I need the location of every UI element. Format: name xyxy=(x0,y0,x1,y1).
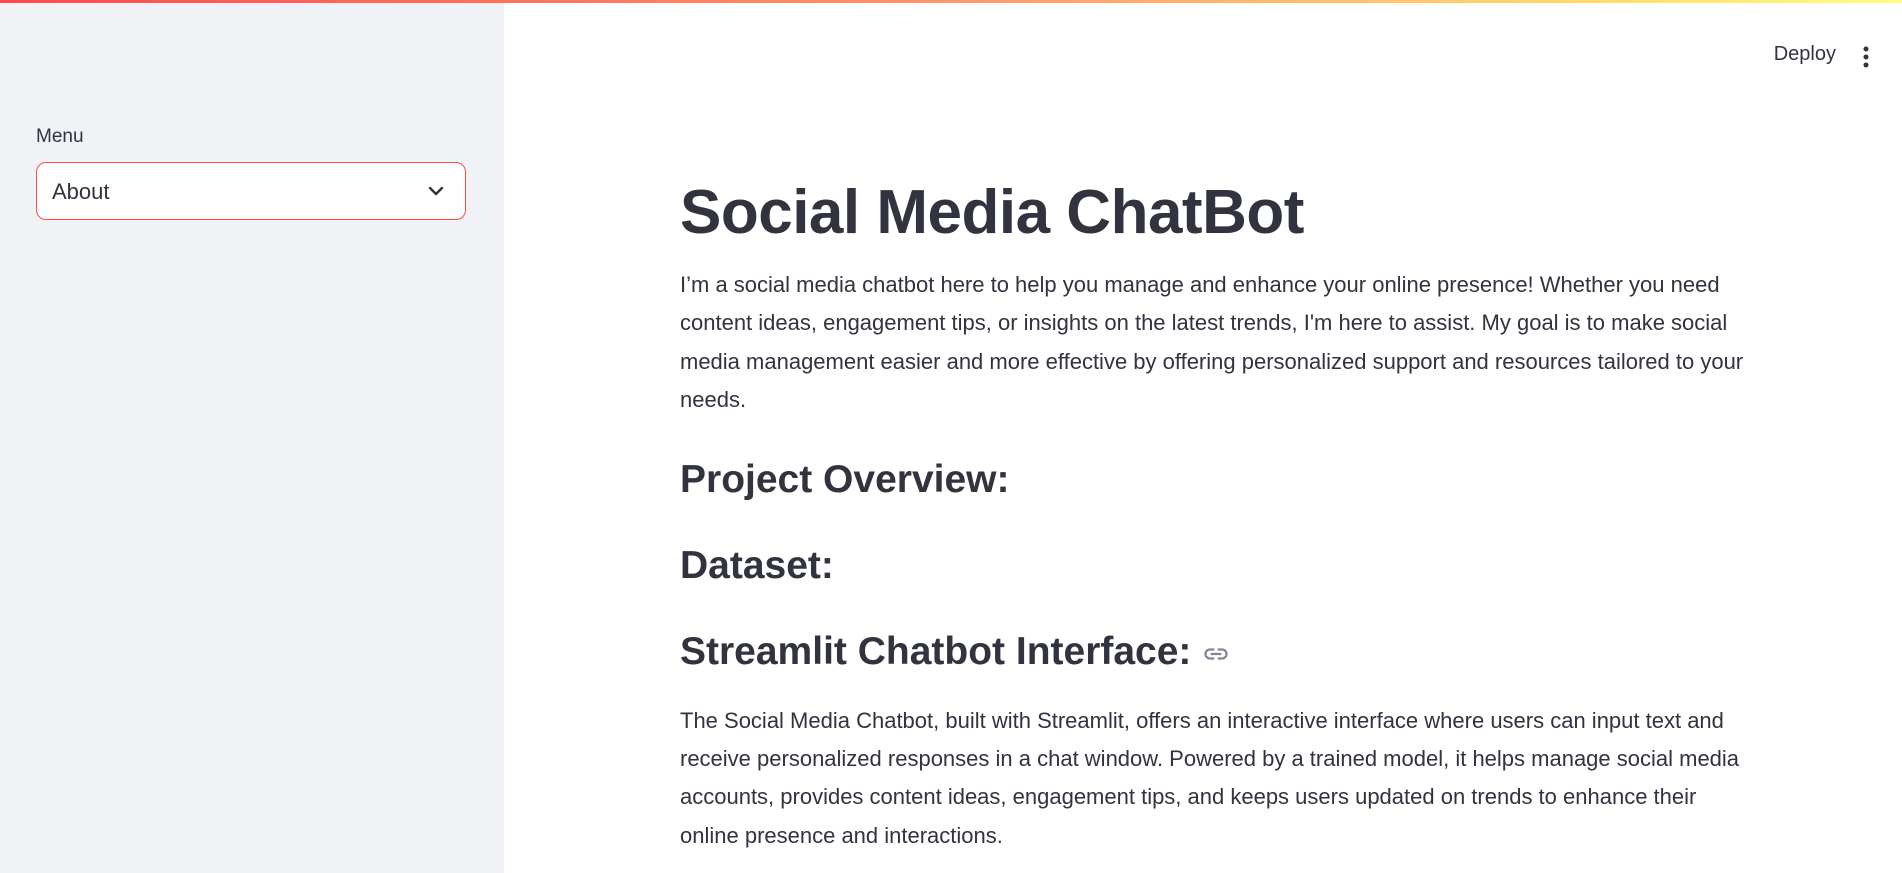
menu-label: Menu xyxy=(36,126,84,147)
heading-dataset-text: Dataset: xyxy=(680,543,834,587)
interface-paragraph: The Social Media Chatbot, built with Str… xyxy=(680,707,1740,848)
menu-select-value: About xyxy=(52,179,110,204)
top-decoration-bar xyxy=(0,0,1902,3)
kebab-vertical-icon[interactable] xyxy=(1862,45,1870,69)
main-content: Social Media ChatBot I’m a social media … xyxy=(680,170,1746,855)
intro-paragraph: I’m a social media chatbot here to help … xyxy=(680,272,1744,413)
page-title: Social Media ChatBot xyxy=(680,178,1304,247)
sidebar: Menu About xyxy=(0,0,504,873)
heading-streamlit-interface: Streamlit Chatbot Interface: xyxy=(680,626,1746,678)
chevron-down-icon xyxy=(428,186,444,196)
heading-project-overview-text: Project Overview: xyxy=(680,457,1010,501)
link-icon[interactable] xyxy=(1201,639,1231,669)
menu-select[interactable]: About xyxy=(36,162,466,220)
app-header: Deploy xyxy=(504,3,1902,103)
heading-streamlit-interface-text: Streamlit Chatbot Interface: xyxy=(680,629,1192,673)
heading-dataset: Dataset: xyxy=(680,540,1746,592)
deploy-button[interactable]: Deploy xyxy=(1774,43,1836,66)
heading-project-overview: Project Overview: xyxy=(680,454,1746,506)
